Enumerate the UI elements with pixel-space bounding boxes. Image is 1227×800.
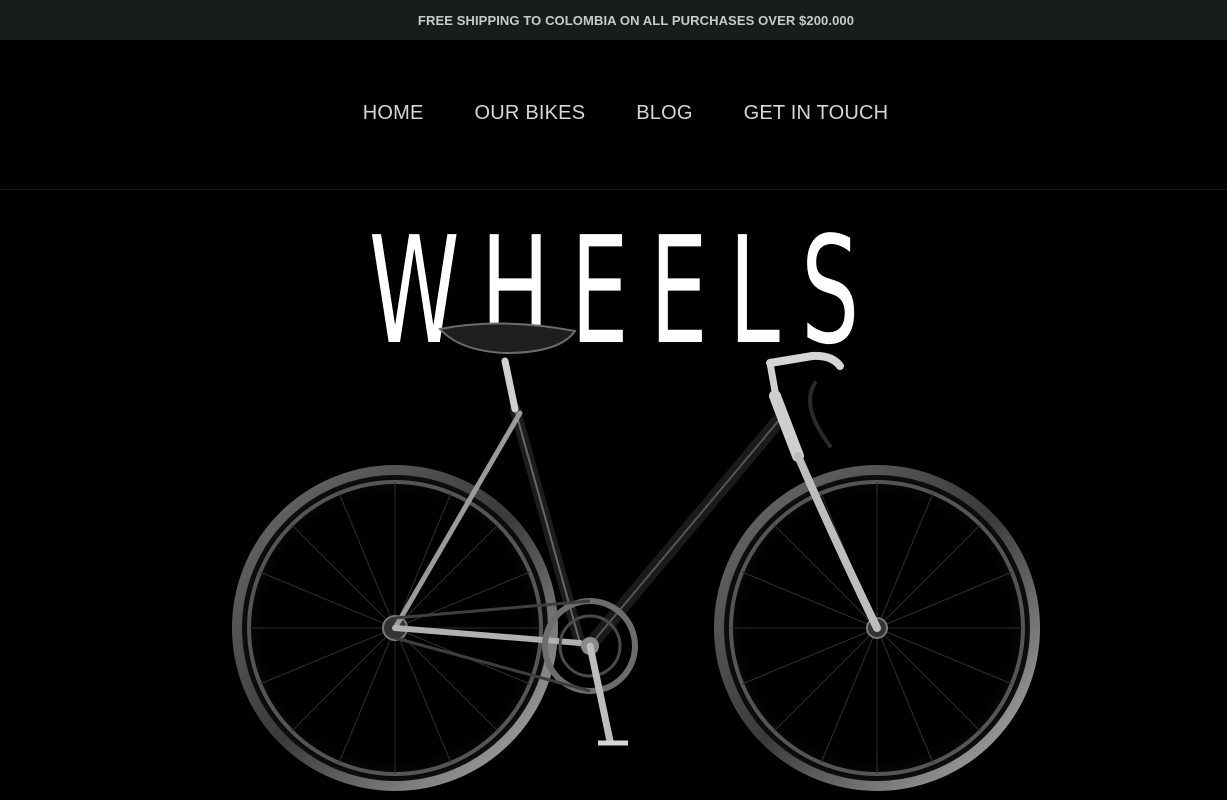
nav-link-get-in-touch[interactable]: GET IN TOUCH <box>744 102 889 125</box>
announcement-bar: FREE SHIPPING TO COLOMBIA ON ALL PURCHAS… <box>0 0 1227 40</box>
bicycle-image <box>232 322 1040 791</box>
main-nav: HOME OUR BIKES BLOG GET IN TOUCH <box>0 102 1227 125</box>
nav-link-home[interactable]: HOME <box>363 102 424 125</box>
announcement-text: FREE SHIPPING TO COLOMBIA ON ALL PURCHAS… <box>417 12 855 28</box>
site-header: HOME OUR BIKES BLOG GET IN TOUCH <box>0 40 1227 190</box>
hero-section: WHEELS <box>0 191 1227 800</box>
nav-link-blog[interactable]: BLOG <box>636 102 692 125</box>
saddle <box>438 322 577 355</box>
nav-link-our-bikes[interactable]: OUR BIKES <box>475 102 586 125</box>
